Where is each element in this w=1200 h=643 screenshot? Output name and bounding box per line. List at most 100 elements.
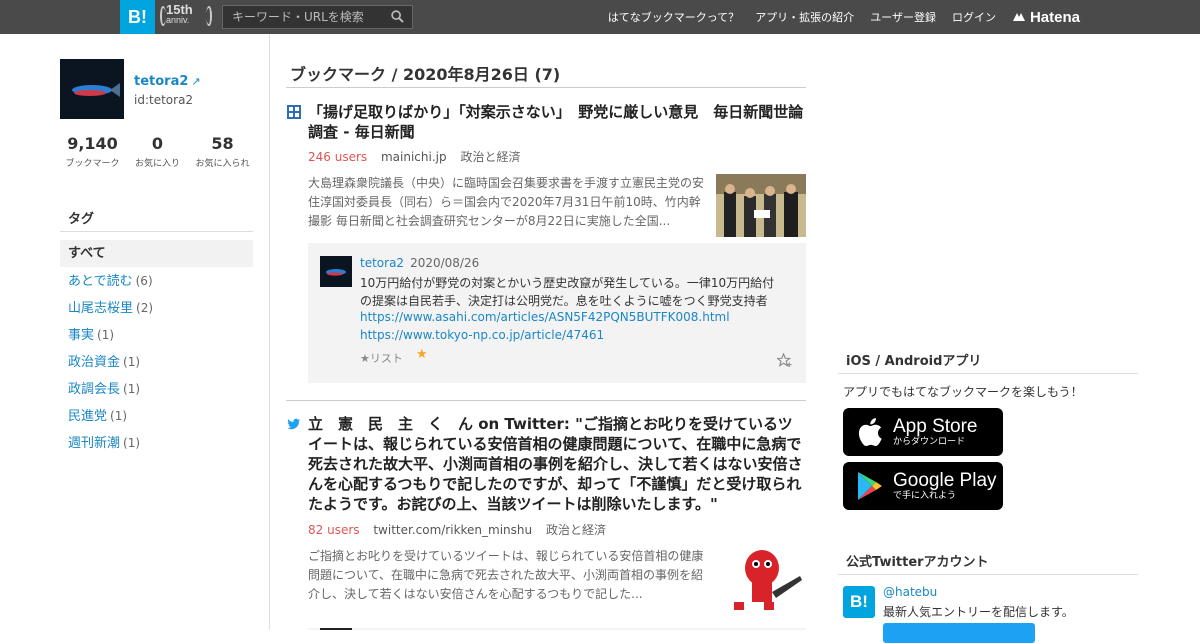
stat-favorited-value: 58 — [211, 134, 234, 153]
hatena-brand-label: Hatena — [1029, 8, 1080, 26]
nav-apps[interactable]: アプリ・拡張の紹介 — [755, 9, 854, 25]
profile-id: id:tetora2 — [134, 93, 194, 107]
entry-users[interactable]: 82 users — [308, 523, 360, 537]
tag-name: あとで読む — [68, 274, 133, 289]
entry-title[interactable]: 立 憲 民 主 く ん on Twitter: "ご指摘とお叱りを受けているツイ… — [308, 414, 806, 514]
hatebu-logo[interactable]: B! — [120, 0, 155, 34]
entry-thumbnail[interactable] — [716, 174, 806, 237]
tags-divider — [60, 231, 253, 232]
top-bar: B! 15th anniv. はてなブックマークって？ アプリ・拡張の紹介 ユー… — [0, 0, 1200, 34]
profile-username[interactable]: tetora2 ↗ — [134, 74, 201, 89]
app-store-label: App Store からダウンロード — [893, 415, 978, 448]
tag-count: (1) — [123, 382, 141, 396]
twitter-divider — [838, 574, 1138, 575]
google-play-label: Google Play で手に入れよう — [893, 469, 997, 502]
app-store-big-text: App Store — [893, 415, 978, 437]
stat-bookmarks-label: ブックマーク — [65, 159, 120, 169]
tags-heading: タグ — [68, 212, 95, 227]
entry-users[interactable]: 246 users — [308, 150, 367, 164]
tag-all[interactable]: すべて — [60, 240, 253, 267]
comment-text: 10万円給付が野党の対案とかいう歴史改竄が発生している。一律10万円給付の提案は… — [360, 276, 775, 308]
anniversary-badge: 15th anniv. — [160, 3, 214, 30]
tag-name: 事実 — [68, 328, 95, 343]
mascot-image — [728, 546, 806, 611]
search-icon[interactable] — [391, 10, 404, 23]
tag-name: 山尾志桜里 — [68, 301, 134, 316]
nav-about[interactable]: はてなブックマークって？ — [608, 9, 739, 25]
stat-bookmarks[interactable]: 9,140 ブックマーク — [60, 134, 125, 169]
entry-category[interactable]: 政治と経済 — [460, 150, 520, 164]
entry-meta: 82 users twitter.com/rikken_minshu 政治と経済 — [308, 521, 606, 538]
nav-register[interactable]: ユーザー登録 — [870, 9, 936, 25]
profile-stats: 9,140 ブックマーク 0 お気に入り 58 お気に入られ — [60, 134, 255, 169]
laurel-left-icon — [160, 6, 166, 26]
press-photo-image — [716, 174, 806, 237]
twitter-follow-button[interactable] — [883, 623, 1035, 643]
google-play-small-text: で手に入れよう — [893, 490, 957, 501]
top-nav: はてなブックマークって？ アプリ・拡張の紹介 ユーザー登録 ログイン Haten… — [592, 0, 1080, 34]
entry-domain[interactable]: mainichi.jp — [381, 150, 447, 164]
entry-domain[interactable]: twitter.com/rikken_minshu — [373, 523, 532, 537]
column-divider — [269, 34, 270, 630]
tag-item[interactable]: 民進党 (1) — [68, 406, 153, 433]
add-star-icon[interactable] — [777, 353, 792, 368]
search-input[interactable] — [223, 6, 383, 28]
title-divider — [286, 87, 806, 88]
app-store-button[interactable]: App Store からダウンロード — [843, 408, 1003, 456]
tag-count: (2) — [136, 301, 154, 315]
tag-item[interactable]: 政治資金 (1) — [68, 352, 153, 379]
apps-heading: iOS / Androidアプリ — [846, 354, 982, 369]
hatena-brand[interactable]: Hatena — [1012, 9, 1080, 26]
hatebu-twitter-avatar[interactable]: B! — [843, 586, 875, 618]
fish-avatar-image — [60, 59, 124, 119]
tag-name: 政調会長 — [68, 382, 121, 397]
apps-divider — [838, 373, 1138, 374]
mainichi-favicon-icon — [287, 105, 301, 119]
entry-summary: ご指摘とお叱りを受けているツイートは、報じられている安倍首相の健康問題について、… — [308, 549, 704, 601]
stat-favorited[interactable]: 58 お気に入られ — [190, 134, 255, 169]
avatar[interactable] — [60, 59, 124, 119]
nav-login[interactable]: ログイン — [952, 9, 996, 25]
comment-link[interactable]: https://www.asahi.com/articles/ASN5F42PQ… — [360, 310, 730, 324]
search-box — [222, 5, 413, 29]
tag-item[interactable]: 山尾志桜里 (2) — [68, 298, 153, 325]
star-list-link[interactable]: ★リスト — [360, 350, 403, 366]
tag-name: 週刊新潮 — [68, 436, 121, 451]
hatena-logo-icon — [1012, 13, 1025, 21]
tag-item[interactable]: 政調会長 (1) — [68, 379, 153, 406]
my-comment: tetora2 2020/08/26 10万円給付が野党の対案とかいう歴史改竄が発… — [308, 243, 806, 383]
entry-meta: 246 users mainichi.jp 政治と経済 — [308, 148, 520, 165]
entry-title[interactable]: 「揚げ足取りばかり」「対案示さない」 野党に厳しい意見 毎日新聞世論調査 - 毎… — [308, 102, 806, 142]
twitter-favicon-icon — [287, 418, 300, 430]
twitter-heading: 公式Twitterアカウント — [846, 555, 989, 570]
comment-date[interactable]: 2020/08/26 — [410, 256, 479, 270]
tag-item[interactable]: 事実 (1) — [68, 325, 153, 352]
tag-item[interactable]: あとで読む (6) — [68, 271, 153, 298]
comment-user[interactable]: tetora2 — [360, 256, 404, 270]
entry-category[interactable]: 政治と経済 — [546, 523, 606, 537]
tag-name: 政治資金 — [68, 355, 121, 370]
entry-thumbnail[interactable] — [728, 546, 806, 611]
tag-name: 民進党 — [68, 409, 108, 424]
comment-link[interactable]: https://www.tokyo-np.co.jp/article/47461 — [360, 328, 604, 342]
entry-summary: 大島理森衆院議長（中央）に臨時国会召集要求書を手渡す立憲民主党の安住淳国対委員長… — [308, 176, 705, 228]
twitter-account-link[interactable]: @hatebu — [883, 585, 937, 599]
tag-item[interactable]: 週刊新潮 (1) — [68, 433, 153, 460]
app-store-small-text: からダウンロード — [893, 436, 966, 447]
google-play-big-text: Google Play — [893, 469, 997, 491]
tag-count: (1) — [123, 355, 141, 369]
comment-header: tetora2 2020/08/26 — [360, 256, 479, 270]
apple-icon — [855, 417, 885, 447]
external-link-icon: ↗ — [191, 75, 201, 88]
tag-count: (1) — [97, 328, 115, 342]
tag-count: (1) — [110, 409, 128, 423]
tag-count: (1) — [123, 436, 141, 450]
tag-list: あとで読む (6) 山尾志桜里 (2) 事実 (1) 政治資金 (1) 政調会長 (1) … — [68, 271, 153, 460]
profile-sidebar: tetora2 ↗ id:tetora2 9,140 ブックマーク 0 お気に入り… — [60, 34, 270, 630]
stat-favorites[interactable]: 0 お気に入り — [125, 134, 190, 169]
page-title: ブックマーク / 2020年8月26日 (7) — [290, 65, 561, 84]
google-play-button[interactable]: Google Play で手に入れよう — [843, 462, 1003, 510]
star-icon[interactable]: ★ — [416, 347, 428, 362]
comment-avatar[interactable] — [320, 256, 352, 287]
bookmark-list: ブックマーク / 2020年8月26日 (7) 「揚げ足取りばかり」「対案示さな… — [286, 34, 806, 630]
